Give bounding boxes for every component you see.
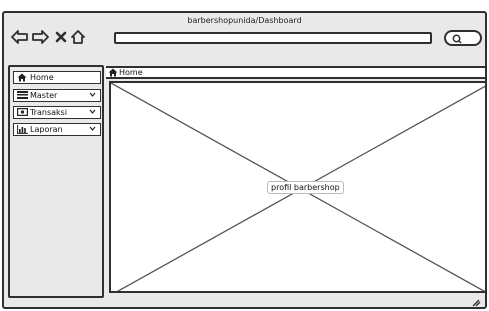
sidebar-item-label: Laporan [30, 125, 63, 134]
breadcrumb: Home [106, 66, 485, 79]
home-icon [108, 68, 118, 77]
search-icon [452, 34, 462, 44]
home-icon [17, 73, 28, 82]
browser-window: barbershopunida/Dashboard Home Master Tr… [2, 11, 487, 309]
home-icon[interactable] [68, 27, 88, 47]
sidebar-item-laporan[interactable]: Laporan [13, 123, 101, 136]
sidebar-item-master[interactable]: Master [13, 89, 101, 102]
image-label: profil barbershop [267, 181, 344, 194]
sidebar-item-label: Transaksi [30, 108, 68, 117]
money-icon [17, 108, 28, 117]
chevron-down-icon [89, 126, 96, 131]
sidebar-item-transaksi[interactable]: Transaksi [13, 106, 101, 119]
forward-arrow-icon[interactable] [30, 27, 50, 47]
main-content: Home profil barbershop [106, 66, 485, 296]
sidebar-item-home[interactable]: Home [13, 71, 101, 84]
url-input[interactable] [114, 32, 432, 44]
sidebar-item-label: Home [30, 73, 54, 82]
chart-icon [17, 125, 28, 134]
chevron-down-icon [89, 109, 96, 114]
resize-handle-icon[interactable] [469, 297, 481, 307]
back-arrow-icon[interactable] [10, 27, 30, 47]
list-icon [17, 91, 28, 100]
window-title: barbershopunida/Dashboard [187, 16, 302, 25]
sidebar: Home Master Transaksi Laporan [8, 65, 104, 298]
image-placeholder: profil barbershop [109, 81, 485, 293]
search-button[interactable] [444, 30, 482, 46]
breadcrumb-label: Home [119, 68, 143, 77]
chevron-down-icon [89, 92, 96, 97]
sidebar-item-label: Master [30, 91, 58, 100]
